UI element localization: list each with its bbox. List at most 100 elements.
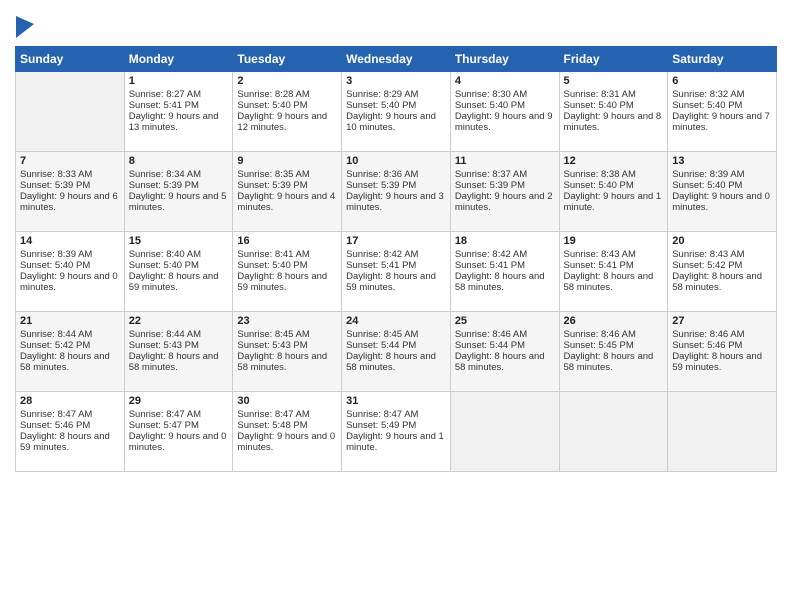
calendar-cell: 1Sunrise: 8:27 AMSunset: 5:41 PMDaylight… xyxy=(124,72,233,152)
day-number: 2 xyxy=(237,75,337,87)
sunset-text: Sunset: 5:45 PM xyxy=(564,340,664,351)
calendar-cell: 18Sunrise: 8:42 AMSunset: 5:41 PMDayligh… xyxy=(450,232,559,312)
daylight-text: Daylight: 9 hours and 2 minutes. xyxy=(455,191,555,213)
calendar-cell: 8Sunrise: 8:34 AMSunset: 5:39 PMDaylight… xyxy=(124,152,233,232)
sunrise-text: Sunrise: 8:47 AM xyxy=(129,409,229,420)
daylight-text: Daylight: 9 hours and 0 minutes. xyxy=(20,271,120,293)
sunrise-text: Sunrise: 8:39 AM xyxy=(672,169,772,180)
daylight-text: Daylight: 9 hours and 3 minutes. xyxy=(346,191,446,213)
header-day-monday: Monday xyxy=(124,47,233,72)
sunrise-text: Sunrise: 8:32 AM xyxy=(672,89,772,100)
calendar-cell: 17 Sunrise: 8:42 AMSunset: 5:41 PMDayligh… xyxy=(342,232,451,312)
calendar-table: SundayMondayTuesdayWednesdayThursdayFrid… xyxy=(15,46,777,472)
sunset-text: Sunset: 5:41 PM xyxy=(346,260,446,271)
calendar-cell: 27 Sunrise: 8:46 AMSunset: 5:46 PMDayligh… xyxy=(668,312,777,392)
header-day-friday: Friday xyxy=(559,47,668,72)
calendar-cell: 3Sunrise: 8:29 AMSunset: 5:40 PMDaylight… xyxy=(342,72,451,152)
sunrise-text: Sunrise: 8:37 AM xyxy=(455,169,555,180)
sunrise-text: Sunrise: 8:34 AM xyxy=(129,169,229,180)
day-number: 1 xyxy=(129,75,229,87)
sunset-text: Sunset: 5:48 PM xyxy=(237,420,337,431)
sunset-text: Sunset: 5:40 PM xyxy=(564,100,664,111)
sunrise-text: Sunrise: 8:29 AM xyxy=(346,89,446,100)
day-number: 5 xyxy=(564,75,664,87)
header-day-saturday: Saturday xyxy=(668,47,777,72)
daylight-text: Daylight: 8 hours and 58 minutes. xyxy=(564,351,664,373)
daylight-text: Daylight: 8 hours and 59 minutes. xyxy=(129,271,229,293)
sunset-text: Sunset: 5:40 PM xyxy=(346,100,446,111)
day-number: 18 xyxy=(455,235,555,247)
sunset-text: Sunset: 5:44 PM xyxy=(346,340,446,351)
daylight-text: Daylight: 9 hours and 9 minutes. xyxy=(455,111,555,133)
day-number: 10 xyxy=(346,155,446,167)
day-number: 8 xyxy=(129,155,229,167)
daylight-text: Daylight: 9 hours and 8 minutes. xyxy=(564,111,664,133)
calendar-cell: 10Sunrise: 8:36 AMSunset: 5:39 PMDayligh… xyxy=(342,152,451,232)
day-number: 26 xyxy=(564,315,664,327)
sunrise-text: Sunrise: 8:33 AM xyxy=(20,169,120,180)
calendar-cell: 2Sunrise: 8:28 AMSunset: 5:40 PMDaylight… xyxy=(233,72,342,152)
day-number: 24 xyxy=(346,315,446,327)
daylight-text: Daylight: 8 hours and 58 minutes. xyxy=(672,271,772,293)
sunrise-text: Sunrise: 8:27 AM xyxy=(129,89,229,100)
sunrise-text: Sunrise: 8:47 AM xyxy=(346,409,446,420)
daylight-text: Daylight: 9 hours and 13 minutes. xyxy=(129,111,229,133)
day-number: 17 xyxy=(346,235,446,247)
day-number: 29 xyxy=(129,395,229,407)
calendar-cell: 26 Sunrise: 8:46 AMSunset: 5:45 PMDayligh… xyxy=(559,312,668,392)
calendar-cell: 5 Sunrise: 8:31 AMSunset: 5:40 PMDaylight… xyxy=(559,72,668,152)
calendar-cell: 20Sunrise: 8:43 AMSunset: 5:42 PMDayligh… xyxy=(668,232,777,312)
calendar-cell: 29 Sunrise: 8:47 AMSunset: 5:47 PMDayligh… xyxy=(124,392,233,472)
calendar-cell: 7Sunrise: 8:33 AMSunset: 5:39 PMDaylight… xyxy=(16,152,125,232)
daylight-text: Daylight: 8 hours and 58 minutes. xyxy=(455,271,555,293)
sunrise-text: Sunrise: 8:46 AM xyxy=(672,329,772,340)
sunset-text: Sunset: 5:39 PM xyxy=(455,180,555,191)
sunset-text: Sunset: 5:46 PM xyxy=(672,340,772,351)
sunrise-text: Sunrise: 8:41 AM xyxy=(237,249,337,260)
daylight-text: Daylight: 8 hours and 59 minutes. xyxy=(20,431,120,453)
day-number: 15 xyxy=(129,235,229,247)
sunrise-text: Sunrise: 8:40 AM xyxy=(129,249,229,260)
daylight-text: Daylight: 8 hours and 59 minutes. xyxy=(672,351,772,373)
sunset-text: Sunset: 5:39 PM xyxy=(20,180,120,191)
day-number: 21 xyxy=(20,315,120,327)
sunset-text: Sunset: 5:39 PM xyxy=(129,180,229,191)
sunrise-text: Sunrise: 8:44 AM xyxy=(129,329,229,340)
day-number: 6 xyxy=(672,75,772,87)
sunset-text: Sunset: 5:47 PM xyxy=(129,420,229,431)
daylight-text: Daylight: 8 hours and 58 minutes. xyxy=(237,351,337,373)
calendar-cell: 24Sunrise: 8:45 AMSunset: 5:44 PMDayligh… xyxy=(342,312,451,392)
sunrise-text: Sunrise: 8:46 AM xyxy=(455,329,555,340)
day-number: 20 xyxy=(672,235,772,247)
sunset-text: Sunset: 5:40 PM xyxy=(672,100,772,111)
calendar-header: SundayMondayTuesdayWednesdayThursdayFrid… xyxy=(16,47,777,72)
header xyxy=(15,10,777,38)
sunrise-text: Sunrise: 8:42 AM xyxy=(346,249,446,260)
day-number: 27 xyxy=(672,315,772,327)
calendar-cell: 13Sunrise: 8:39 AMSunset: 5:40 PMDayligh… xyxy=(668,152,777,232)
header-day-thursday: Thursday xyxy=(450,47,559,72)
calendar-cell: 15Sunrise: 8:40 AMSunset: 5:40 PMDayligh… xyxy=(124,232,233,312)
calendar-cell: 30Sunrise: 8:47 AMSunset: 5:48 PMDayligh… xyxy=(233,392,342,472)
calendar-cell: 25Sunrise: 8:46 AMSunset: 5:44 PMDayligh… xyxy=(450,312,559,392)
daylight-text: Daylight: 8 hours and 59 minutes. xyxy=(346,271,446,293)
calendar-cell: 4Sunrise: 8:30 AMSunset: 5:40 PMDaylight… xyxy=(450,72,559,152)
logo-icon xyxy=(16,16,34,38)
sunrise-text: Sunrise: 8:46 AM xyxy=(564,329,664,340)
calendar-cell: 14Sunrise: 8:39 AMSunset: 5:40 PMDayligh… xyxy=(16,232,125,312)
sunrise-text: Sunrise: 8:31 AM xyxy=(564,89,664,100)
daylight-text: Daylight: 9 hours and 0 minutes. xyxy=(129,431,229,453)
daylight-text: Daylight: 8 hours and 59 minutes. xyxy=(237,271,337,293)
daylight-text: Daylight: 8 hours and 58 minutes. xyxy=(564,271,664,293)
sunrise-text: Sunrise: 8:47 AM xyxy=(20,409,120,420)
sunrise-text: Sunrise: 8:38 AM xyxy=(564,169,664,180)
header-day-sunday: Sunday xyxy=(16,47,125,72)
calendar-body: 1Sunrise: 8:27 AMSunset: 5:41 PMDaylight… xyxy=(16,72,777,472)
sunset-text: Sunset: 5:46 PM xyxy=(20,420,120,431)
day-number: 7 xyxy=(20,155,120,167)
sunset-text: Sunset: 5:40 PM xyxy=(564,180,664,191)
sunset-text: Sunset: 5:40 PM xyxy=(237,100,337,111)
daylight-text: Daylight: 8 hours and 58 minutes. xyxy=(20,351,120,373)
day-number: 19 xyxy=(564,235,664,247)
day-number: 11 xyxy=(455,155,555,167)
